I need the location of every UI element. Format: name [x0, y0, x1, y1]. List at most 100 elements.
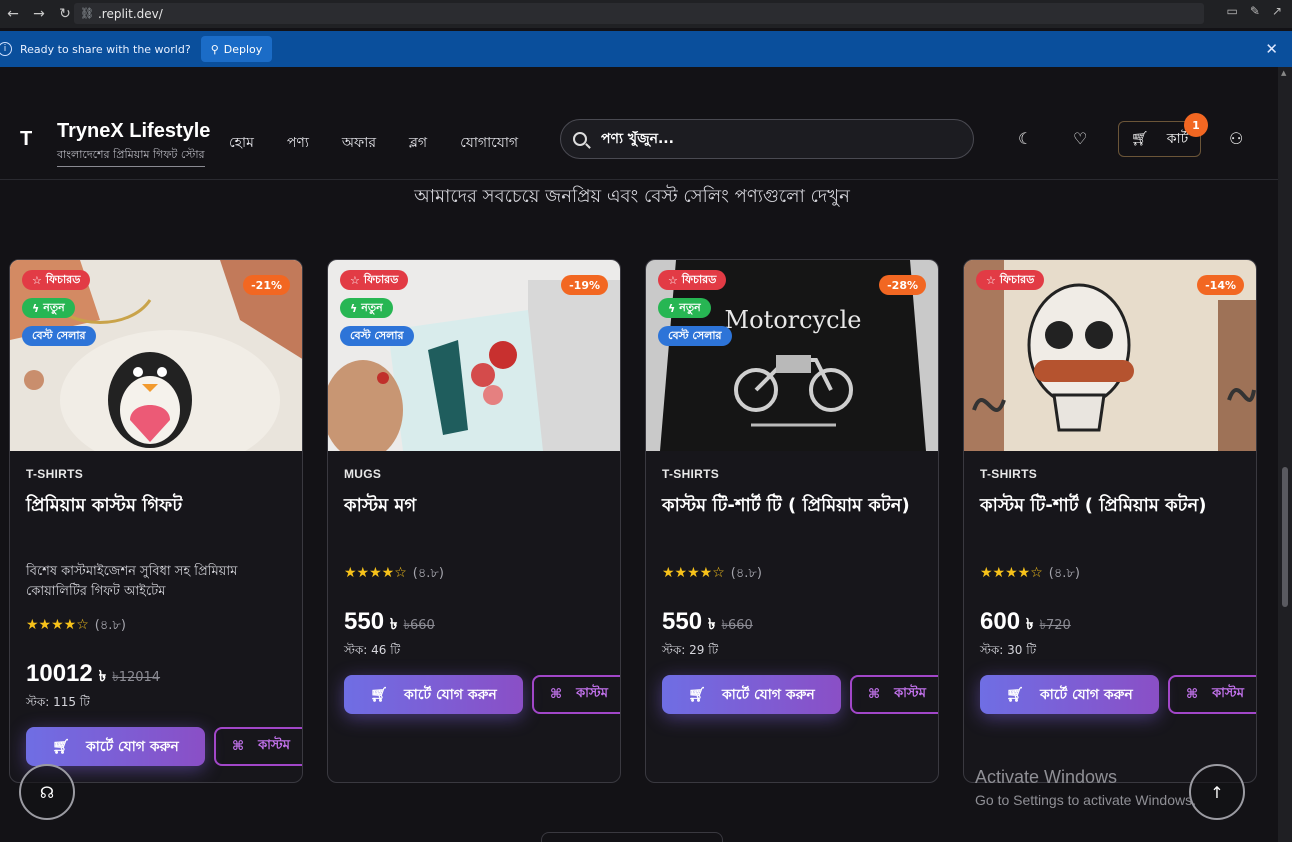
product-image[interactable]: ☆ ফিচারড ϟ নতুন বেস্ট সেলার -19%: [328, 260, 620, 451]
price-current: 10012: [26, 660, 93, 687]
product-name[interactable]: প্রিমিয়াম কাস্টম গিফট: [26, 492, 288, 520]
star-icon: ☆: [986, 273, 996, 287]
search-input[interactable]: [601, 131, 941, 147]
watermark-subtitle: Go to Settings to activate Windows.: [975, 792, 1196, 808]
customize-button[interactable]: ⌘ কাস্টম: [1168, 675, 1256, 714]
support-button[interactable]: ☊: [19, 764, 75, 820]
featured-badge: ☆ ফিচারড: [340, 270, 409, 290]
product-image[interactable]: ☆ ফিচারড ϟ নতুন বেস্ট সেলার -21%: [10, 260, 302, 451]
search-icon: [573, 132, 587, 146]
bolt-icon: ϟ: [668, 301, 676, 315]
product-image[interactable]: Motorcycle ☆ ফিচারড ϟ নতুন বেস্ট সেলার -28…: [646, 260, 938, 451]
deploy-button[interactable]: ⚲ Deploy: [200, 36, 273, 62]
nav-products[interactable]: পণ্য: [287, 131, 309, 155]
bestseller-badge: বেস্ট সেলার: [658, 326, 732, 346]
view-all-button[interactable]: [541, 832, 723, 842]
price-old: ৳12014: [112, 670, 161, 685]
banner-message: Ready to share with the world?: [20, 42, 191, 56]
wrench-icon[interactable]: ✎: [1250, 4, 1260, 18]
product-rating: ★★★★☆ (৪.৮): [26, 616, 126, 637]
product-rating: ★★★★☆ (৪.৮): [344, 564, 444, 585]
user-icon[interactable]: ⚇: [1229, 129, 1243, 148]
add-to-cart-button[interactable]: 🛒︎ কার্টে যোগ করুন: [980, 675, 1159, 714]
star-icon: ☆: [32, 273, 42, 287]
discount-badge: -19%: [561, 275, 608, 295]
bestseller-badge: বেস্ট সেলার: [340, 326, 414, 346]
scrollbar-thumb[interactable]: [1282, 467, 1288, 607]
bolt-icon: ϟ: [350, 301, 358, 315]
url-text: .replit.dev/: [97, 6, 163, 21]
discount-badge: -14%: [1197, 275, 1244, 295]
main-nav: হোম পণ্য অফার ব্লগ যোগাযোগ: [229, 131, 518, 155]
discount-badge: -21%: [243, 275, 290, 295]
price-old: ৳660: [403, 618, 435, 633]
add-to-cart-button[interactable]: 🛒︎ কার্টে যোগ করুন: [344, 675, 523, 714]
deploy-label: Deploy: [223, 42, 263, 56]
price-current: 550: [662, 608, 703, 635]
nav-contact[interactable]: যোগাযোগ: [460, 131, 518, 155]
forward-icon[interactable]: →: [26, 1, 52, 27]
close-icon[interactable]: ✕: [1265, 40, 1278, 58]
customize-button[interactable]: ⌘ কাস্টম: [850, 675, 938, 714]
section-subtitle: আমাদের সবচেয়ে জনপ্রিয় এবং বেস্ট সেলিং …: [414, 186, 850, 207]
add-to-cart-button[interactable]: 🛒︎ কার্টে যোগ করুন: [26, 727, 205, 766]
cast-icon[interactable]: ▭: [1227, 4, 1238, 18]
nav-blog[interactable]: ব্লগ: [409, 131, 427, 155]
scroll-up-icon[interactable]: ▲: [1281, 69, 1286, 77]
product-price: 550 ৳ ৳660: [344, 608, 435, 638]
moon-icon[interactable]: ☾: [1018, 129, 1032, 148]
rating-score: (৪.৮): [412, 566, 444, 581]
new-badge: ϟ নতুন: [658, 298, 711, 318]
brand-tagline: বাংলাদেশের প্রিমিয়াম গিফট স্টোর: [57, 146, 205, 167]
featured-badge: ☆ ফিচারড: [658, 270, 727, 290]
price-currency: ৳: [1026, 615, 1034, 633]
product-stock: স্টক: 115 টি: [26, 695, 90, 709]
price-currency: ৳: [390, 615, 398, 633]
star-icon: ☆: [350, 273, 360, 287]
product-rating: ★★★★☆ (৪.৮): [662, 564, 762, 585]
product-category: T-SHIRTS: [980, 467, 1038, 481]
star-icon: ☆: [668, 273, 678, 287]
address-bar[interactable]: ⛓ .replit.dev/: [74, 3, 1204, 24]
bolt-icon: ϟ: [32, 301, 40, 315]
cart-icon: 🛒︎: [1131, 131, 1149, 147]
nav-offers[interactable]: অফার: [342, 131, 376, 155]
external-link-icon[interactable]: ↗: [1272, 4, 1282, 18]
product-category: T-SHIRTS: [26, 467, 84, 481]
back-icon[interactable]: ←: [0, 1, 26, 27]
brand-logo[interactable]: T: [20, 128, 32, 151]
product-price: 600 ৳ ৳720: [980, 608, 1071, 638]
nav-home[interactable]: হোম: [229, 131, 254, 155]
brand-name[interactable]: TryneX Lifestyle: [57, 120, 210, 143]
link-icon: ⛓: [80, 7, 94, 20]
product-card[interactable]: Motorcycle ☆ ফিচারড ϟ নতুন বেস্ট সেলার -28…: [645, 259, 939, 783]
product-card[interactable]: ☆ ফিচারড -14% T-SHIRTS কাস্টম টি-শার্ট ( …: [963, 259, 1257, 783]
heart-icon[interactable]: ♡: [1073, 129, 1087, 148]
price-currency: ৳: [98, 667, 107, 685]
product-price: 10012 ৳ ৳12014: [26, 660, 160, 690]
arrow-up-icon: ↑: [1210, 782, 1224, 802]
search-box: [560, 119, 974, 159]
replit-banner: i Ready to share with the world? ⚲ Deplo…: [0, 31, 1292, 67]
rating-stars: ★★★★☆: [662, 565, 725, 581]
featured-badge: ☆ ফিচারড: [22, 270, 91, 290]
page-scrollbar[interactable]: ▲: [1278, 67, 1292, 842]
price-old: ৳720: [1039, 618, 1071, 633]
product-stock: স্টক: 46 টি: [344, 643, 401, 657]
add-to-cart-button[interactable]: 🛒︎ কার্টে যোগ করুন: [662, 675, 841, 714]
product-name[interactable]: কাস্টম টি-শার্ট টি ( প্রিমিয়াম কটন): [662, 492, 924, 520]
product-name[interactable]: কাস্টম মগ: [344, 492, 606, 520]
product-card[interactable]: ☆ ফিচারড ϟ নতুন বেস্ট সেলার -21% T-SHIRTS …: [9, 259, 303, 783]
site-header: T TryneX Lifestyle বাংলাদেশের প্রিমিয়াম…: [0, 111, 1278, 180]
product-name[interactable]: কাস্টম টি-শার্ট ( প্রিমিয়াম কটন): [980, 492, 1242, 520]
product-image[interactable]: ☆ ফিচারড -14%: [964, 260, 1256, 451]
price-current: 600: [980, 608, 1021, 635]
rating-score: (৪.৮): [730, 566, 762, 581]
scroll-top-button[interactable]: ↑: [1189, 764, 1245, 820]
palette-icon: ⌘: [868, 687, 881, 702]
product-description: বিশেষ কাস্টমাইজেশন সুবিধা সহ প্রিমিয়াম …: [26, 564, 238, 599]
product-card[interactable]: ☆ ফিচারড ϟ নতুন বেস্ট সেলার -19% MUGS কাস্…: [327, 259, 621, 783]
customize-button[interactable]: ⌘ কাস্টম: [214, 727, 302, 766]
browser-toolbar: ← → ↻ ⛓ .replit.dev/ ▭ ✎ ↗: [0, 0, 1292, 28]
customize-button[interactable]: ⌘ কাস্টম: [532, 675, 620, 714]
